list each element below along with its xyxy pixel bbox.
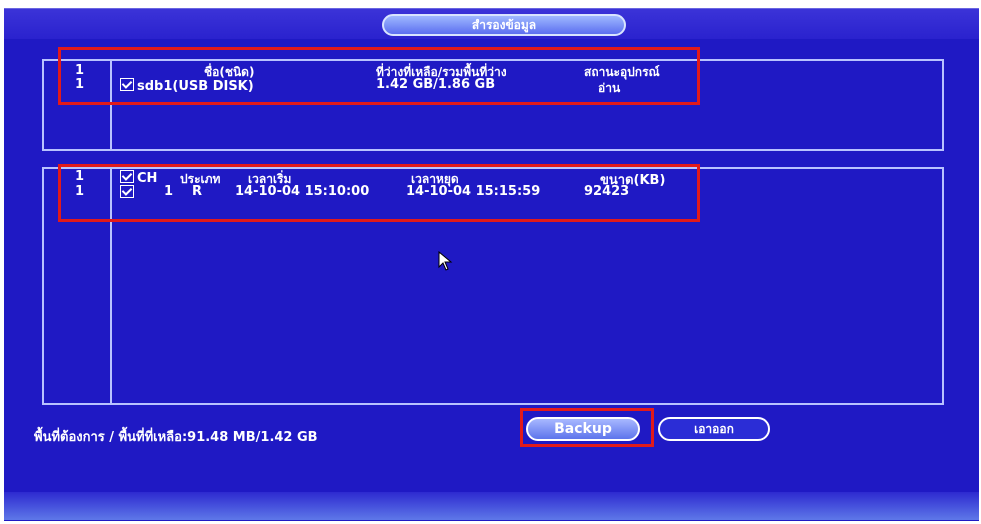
exit-button[interactable]: เอาออก (658, 417, 770, 441)
title-bar: สำรองข้อมูล (4, 9, 979, 39)
file-highlight-box (58, 164, 700, 222)
space-status: พื้นที่ต้องการ / พื้นที่ที่เหลือ:91.48 M… (34, 430, 318, 445)
backup-highlight-box (520, 408, 654, 447)
backup-window: สำรองข้อมูล 1 ชื่อ(ชนิด) ที่ว่างที่เหลือ… (4, 8, 979, 521)
window-title: สำรองข้อมูล (382, 14, 626, 36)
bottom-bar (4, 492, 979, 520)
device-highlight-box (58, 47, 700, 105)
